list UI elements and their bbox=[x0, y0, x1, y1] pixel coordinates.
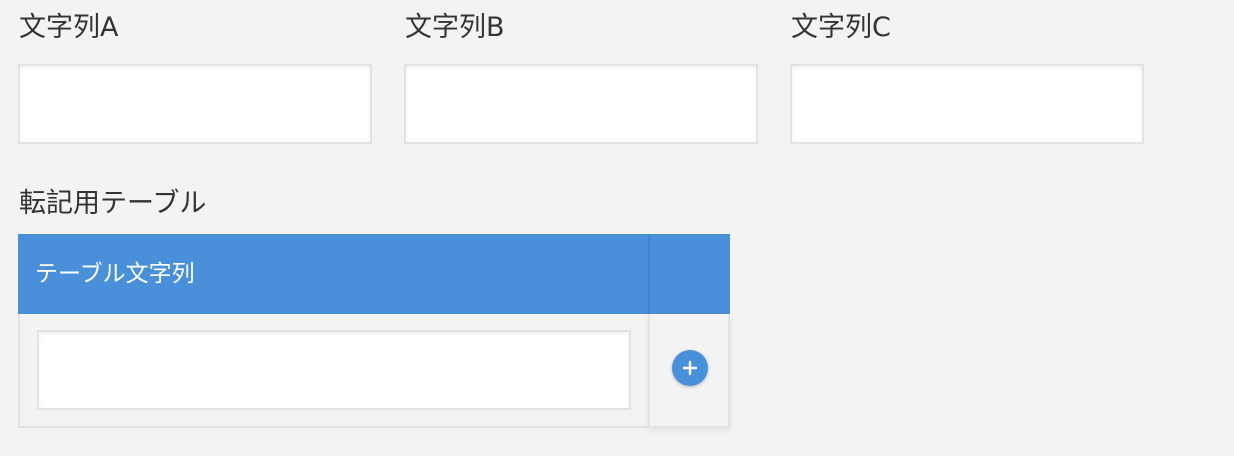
string-b-input[interactable] bbox=[404, 64, 758, 144]
field-label-string-b: 文字列B bbox=[405, 12, 505, 43]
table-row-actions bbox=[648, 314, 730, 428]
table-string-input[interactable] bbox=[37, 330, 631, 410]
table-header-divider bbox=[648, 234, 650, 314]
table-row bbox=[18, 314, 648, 428]
table-column-header: テーブル文字列 bbox=[35, 261, 195, 287]
add-row-button[interactable] bbox=[672, 350, 708, 386]
string-a-input[interactable] bbox=[18, 64, 372, 144]
plus-circle-icon bbox=[682, 360, 698, 376]
table-header: テーブル文字列 bbox=[18, 234, 730, 314]
table-section-label: 転記用テーブル bbox=[19, 188, 207, 219]
field-label-string-a: 文字列A bbox=[19, 12, 119, 43]
string-c-input[interactable] bbox=[790, 64, 1144, 144]
field-label-string-c: 文字列C bbox=[791, 12, 891, 43]
transcription-table: テーブル文字列 bbox=[18, 234, 730, 428]
